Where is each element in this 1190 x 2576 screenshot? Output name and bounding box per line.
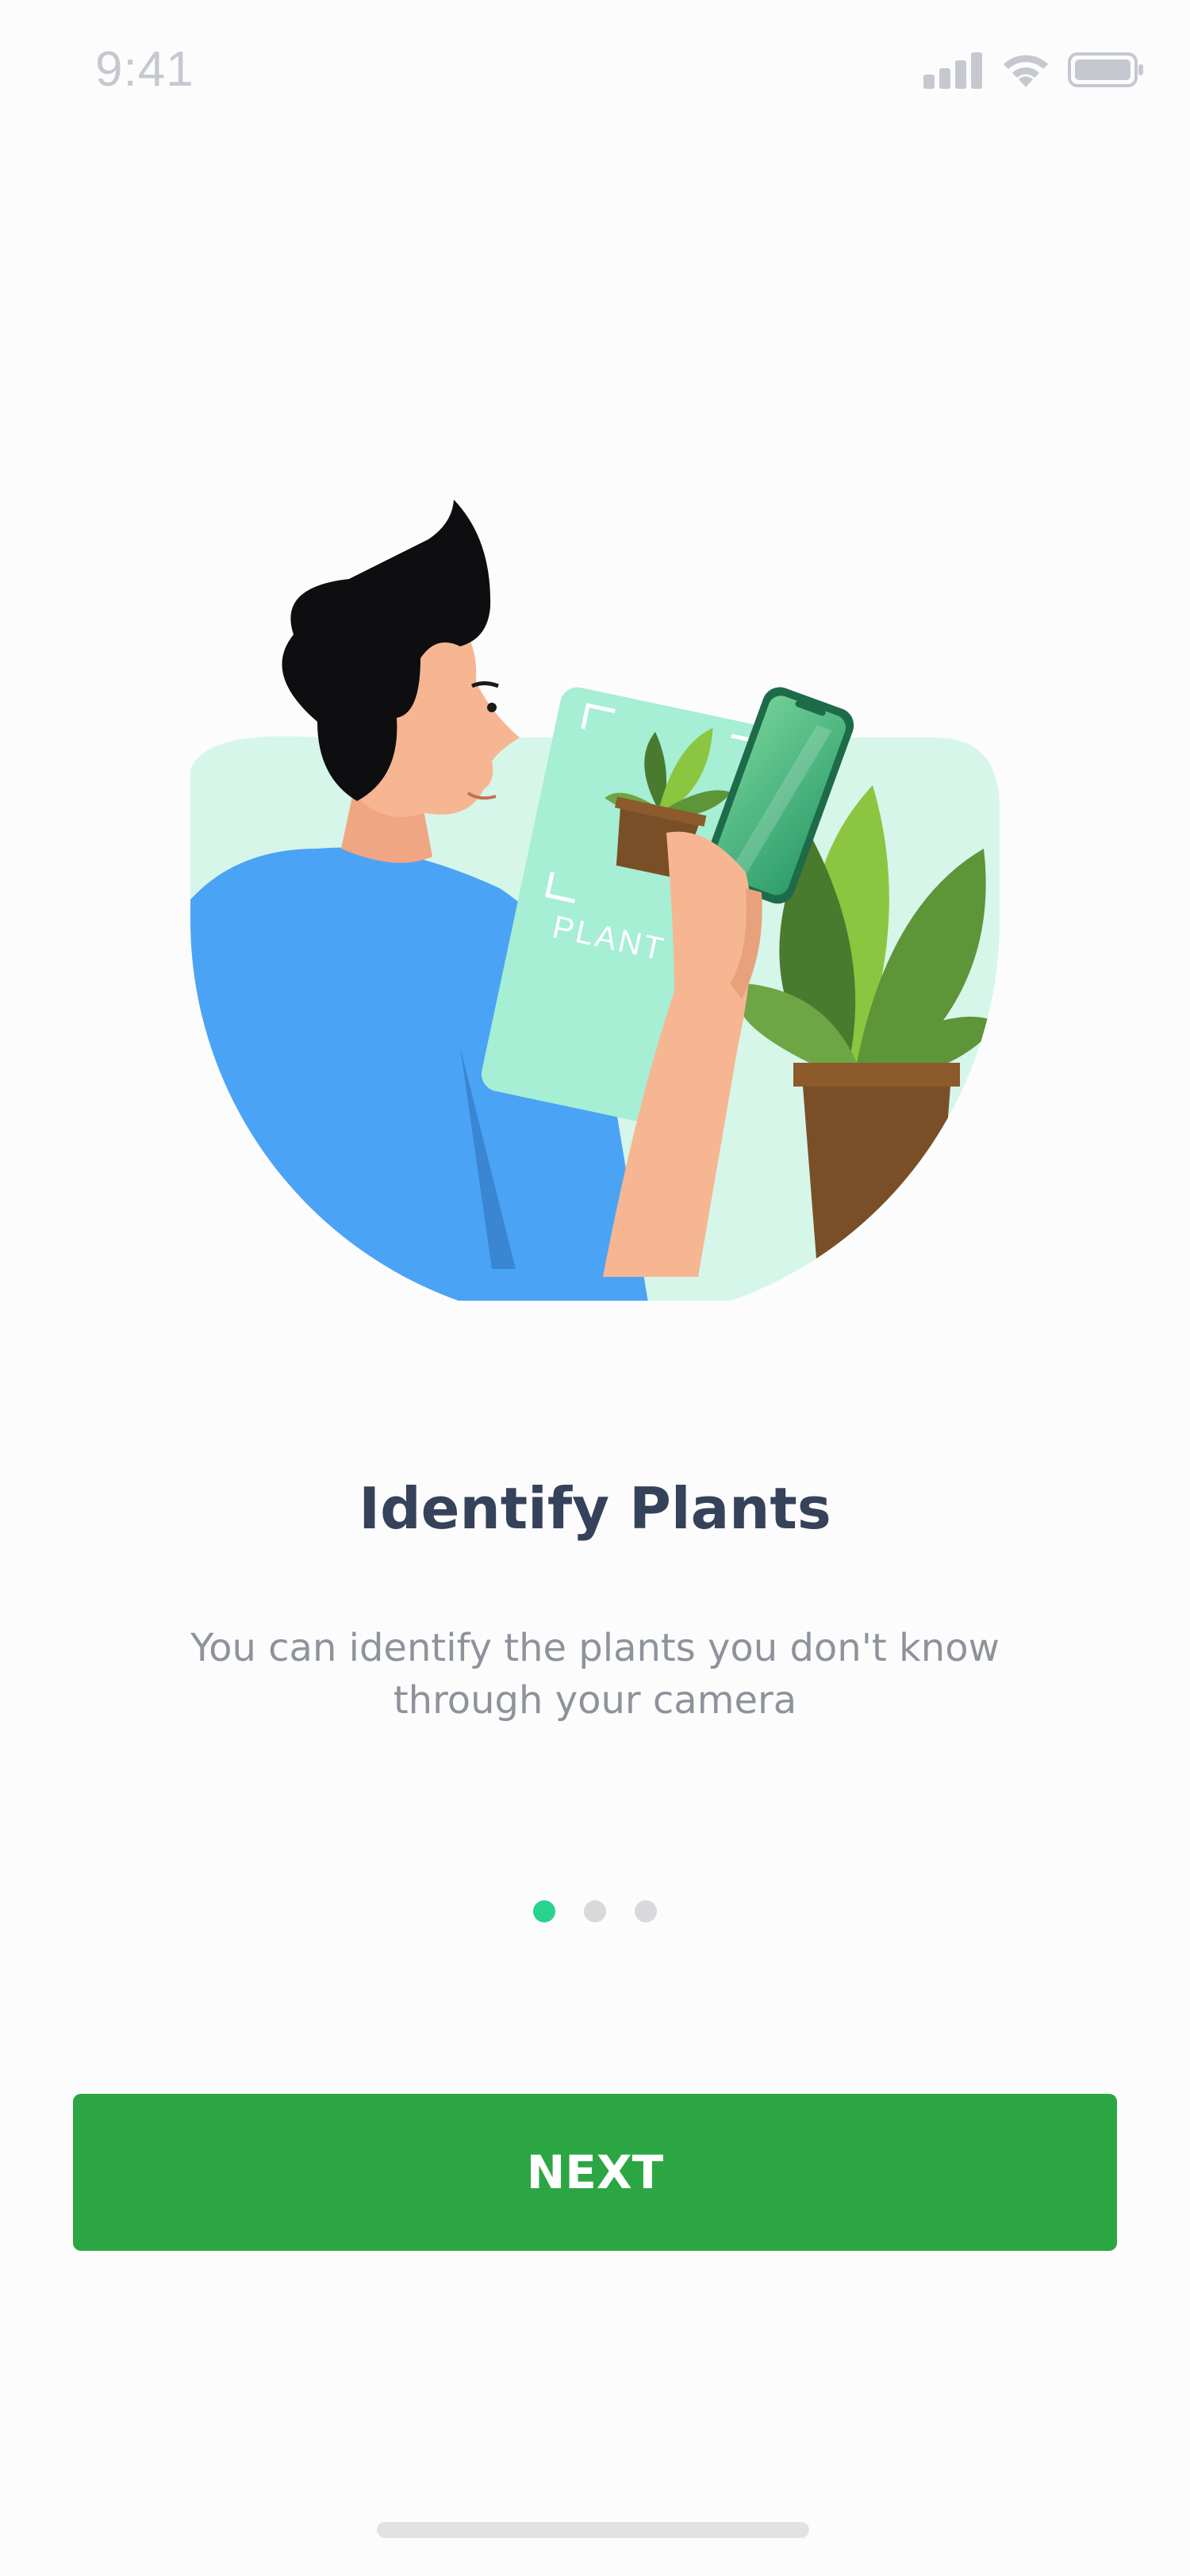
page-indicator (0, 1900, 1190, 1922)
description-line-2: through your camera (393, 1678, 797, 1723)
battery-icon (1068, 51, 1144, 92)
status-icons (923, 51, 1144, 92)
page-dot-2[interactable] (584, 1900, 606, 1922)
status-time: 9:41 (95, 42, 194, 97)
home-indicator[interactable] (377, 2522, 809, 2538)
wifi-icon (1000, 51, 1052, 92)
cellular-signal-icon (923, 51, 984, 92)
onboarding-description: You can identify the plants you don't kn… (159, 1622, 1031, 1727)
status-bar: 9:41 (0, 0, 1190, 143)
next-button[interactable]: NEXT (73, 2094, 1117, 2251)
page-dot-3[interactable] (635, 1900, 657, 1922)
onboarding-illustration: PLANT (159, 476, 1031, 1324)
onboarding-title: Identify Plants (359, 1475, 831, 1542)
page-dot-1-active[interactable] (533, 1900, 555, 1922)
description-line-1: You can identify the plants you don't kn… (190, 1626, 1000, 1670)
